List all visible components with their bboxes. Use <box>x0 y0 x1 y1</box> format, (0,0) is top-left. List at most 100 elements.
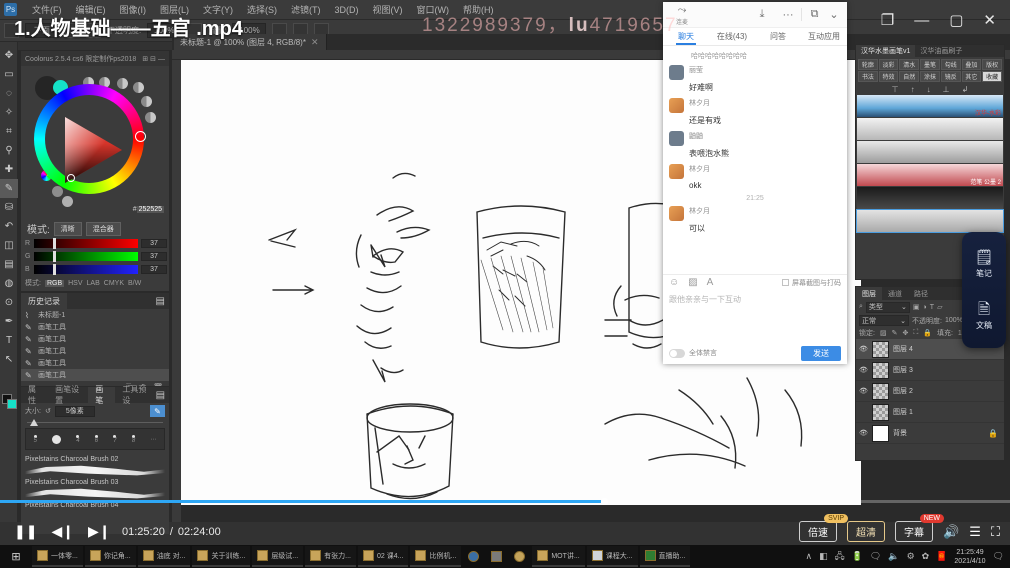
wheel-mode-icon[interactable] <box>62 196 73 207</box>
tab-oil-brush[interactable]: 汉华油画刷子 <box>915 45 967 57</box>
dodge-tool[interactable]: ⊙ <box>0 293 18 312</box>
previous-button[interactable]: ◀❙ <box>51 523 74 540</box>
filter-image-icon[interactable]: ▣ <box>913 303 920 311</box>
taskbar-item[interactable]: 一体零... <box>32 546 83 567</box>
layer-thumbnail[interactable] <box>872 403 889 421</box>
gradient-tool[interactable]: ▤ <box>0 255 18 274</box>
gamut-lock-icon[interactable] <box>52 186 63 197</box>
enter-icon[interactable]: ↲ <box>962 85 969 94</box>
history-swatch-3[interactable] <box>117 78 128 89</box>
coolorus-window-buttons[interactable]: ⊞ ⊟ — <box>142 55 165 63</box>
taskbar-item[interactable]: 有张力... <box>305 546 356 567</box>
taskbar-item[interactable]: 层级试... <box>252 546 304 567</box>
popout-button[interactable]: ⧉ <box>801 8 827 21</box>
tray-battery-icon[interactable]: 🔋 <box>852 551 863 562</box>
tray-expand-icon[interactable]: ∧ <box>806 551 813 562</box>
playlist-icon[interactable]: ☰ <box>969 524 981 540</box>
maximize-icon[interactable]: ▢ <box>949 11 963 29</box>
channel-value-r[interactable]: 37 <box>141 239 167 248</box>
speed-button[interactable]: 倍速 SVIP <box>799 514 849 542</box>
clone-stamp-tool[interactable]: ⛁ <box>0 198 18 217</box>
taskbar-item[interactable] <box>509 546 530 567</box>
history-panel-menu[interactable]: ▤ <box>67 293 169 309</box>
tab-history[interactable]: 历史记录 <box>21 293 67 309</box>
lock-transparent-icon[interactable]: ▨ <box>880 329 887 337</box>
tab-channels[interactable]: 通道 <box>882 287 908 300</box>
tray-redpacket-icon[interactable]: 🧧 <box>936 551 947 562</box>
category-calligraphy[interactable]: 书法 <box>858 71 878 82</box>
close-icon[interactable]: ✕ <box>983 11 996 29</box>
taskbar-item[interactable]: 关于训练... <box>192 546 251 567</box>
category-copyright[interactable]: 版权 <box>982 59 1002 70</box>
brush-size-value[interactable]: 5像素 <box>54 405 95 417</box>
start-button[interactable]: ⊞ <box>0 550 32 563</box>
taskbar-item[interactable]: MOT讲... <box>532 546 585 567</box>
avatar[interactable] <box>669 131 684 146</box>
path-select-tool[interactable]: ↖ <box>0 350 18 369</box>
healing-brush-tool[interactable]: ✚ <box>0 160 18 179</box>
avatar[interactable] <box>669 164 684 179</box>
crop-tool[interactable]: ⌗ <box>0 122 18 141</box>
lasso-tool[interactable]: ◌ <box>0 84 18 103</box>
layer-row[interactable]: 👁 图层 3 <box>856 360 1004 381</box>
taskbar-item[interactable]: 02 课4... <box>358 546 409 567</box>
font-icon[interactable]: A <box>707 277 714 288</box>
image-icon[interactable]: ▨ <box>688 277 697 288</box>
subtitle-button[interactable]: 字幕 NEW <box>895 514 945 542</box>
history-item[interactable]: ✎ 画笔工具 <box>21 357 169 369</box>
category-mirror[interactable]: 镜反 <box>940 71 961 82</box>
category-smudge[interactable]: 涂抹 <box>920 71 940 82</box>
category-other[interactable]: 其它 <box>961 71 982 82</box>
document-button[interactable]: 🗎 文稿 <box>976 301 992 331</box>
tab-brush-settings[interactable]: 画笔设置 <box>48 385 89 405</box>
sv-selector-knob[interactable] <box>67 174 75 182</box>
history-item-selected[interactable]: ✎ 画笔工具 <box>21 369 169 381</box>
fullscreen-icon[interactable]: ⛶ <box>991 524 1000 540</box>
channel-value-b[interactable]: 37 <box>141 265 167 274</box>
brush-list-item[interactable]: Pixelstains Charcoal Brush 04 <box>25 502 165 509</box>
close-icon[interactable]: ✕ <box>311 37 319 48</box>
volume-icon[interactable]: 🔊 <box>943 524 959 540</box>
minimize-icon[interactable]: — <box>914 12 929 29</box>
blur-tool[interactable]: ◍ <box>0 274 18 293</box>
taskbar-item[interactable]: 你记角... <box>84 546 136 567</box>
blend-mode-select[interactable]: 正常 ⌄ <box>859 315 909 326</box>
taskbar-item[interactable]: 比例机... <box>410 546 462 567</box>
tray-settings-icon[interactable]: ⚙ <box>907 551 915 562</box>
edit-brush-icon[interactable]: ✎ <box>150 405 165 417</box>
up-icon[interactable]: ↑ <box>911 85 915 94</box>
foreground-background-color[interactable] <box>2 394 17 409</box>
history-item[interactable]: ✎ 画笔工具 <box>21 321 169 333</box>
layer-row[interactable]: 👁 图层 2 <box>856 381 1004 402</box>
filter-type-icon[interactable]: T <box>930 304 934 311</box>
layer-opacity-value[interactable]: 100% <box>945 317 963 324</box>
chat-message-list[interactable]: 哈哈哈哈哈哈哈哈 丽莹 好难啊 林夕月 还是有戏 鼬鼬 表喂泡水熊 林夕月 ok… <box>663 46 847 274</box>
down-icon[interactable]: ↓ <box>927 85 931 94</box>
more-button[interactable]: ··· <box>775 9 801 21</box>
history-swatch-4[interactable] <box>133 82 144 93</box>
tray-app-icon[interactable]: ◧ <box>819 551 828 562</box>
layer-thumbnail[interactable] <box>872 382 889 400</box>
category-wash[interactable]: 淡彩 <box>878 59 899 70</box>
taskbar-item[interactable]: 课程大... <box>586 546 638 567</box>
category-favorites[interactable]: 收藏 <box>982 71 1002 82</box>
avatar[interactable] <box>669 98 684 113</box>
tab-tool-presets[interactable]: 工具预设 <box>115 385 156 405</box>
eye-icon-hidden[interactable] <box>859 409 868 416</box>
mute-all-toggle[interactable] <box>669 348 685 358</box>
channel-slider-b[interactable]: B 37 <box>25 264 167 275</box>
layer-row[interactable]: 图层 1 <box>856 402 1004 423</box>
eyedropper-tool[interactable]: ⚲ <box>0 141 18 160</box>
eye-icon[interactable]: 👁 <box>859 387 868 395</box>
menu-item-3d[interactable]: 3D(D) <box>328 5 366 15</box>
taskbar-item[interactable]: 油底 对... <box>137 546 191 567</box>
avatar[interactable] <box>669 206 684 221</box>
tray-volume-icon[interactable]: 🔈 <box>888 551 899 562</box>
layer-filter-type[interactable]: 类型 ⌄ <box>865 301 910 313</box>
channel-track-g[interactable] <box>34 251 138 262</box>
tab-brushes[interactable]: 画笔 <box>88 385 116 405</box>
menu-item-select[interactable]: 选择(S) <box>240 3 284 16</box>
hue-selector-knob[interactable] <box>135 131 146 142</box>
brush-size-slider[interactable] <box>27 419 163 426</box>
tab-interactive-apps[interactable]: 互动应用 <box>801 28 847 45</box>
